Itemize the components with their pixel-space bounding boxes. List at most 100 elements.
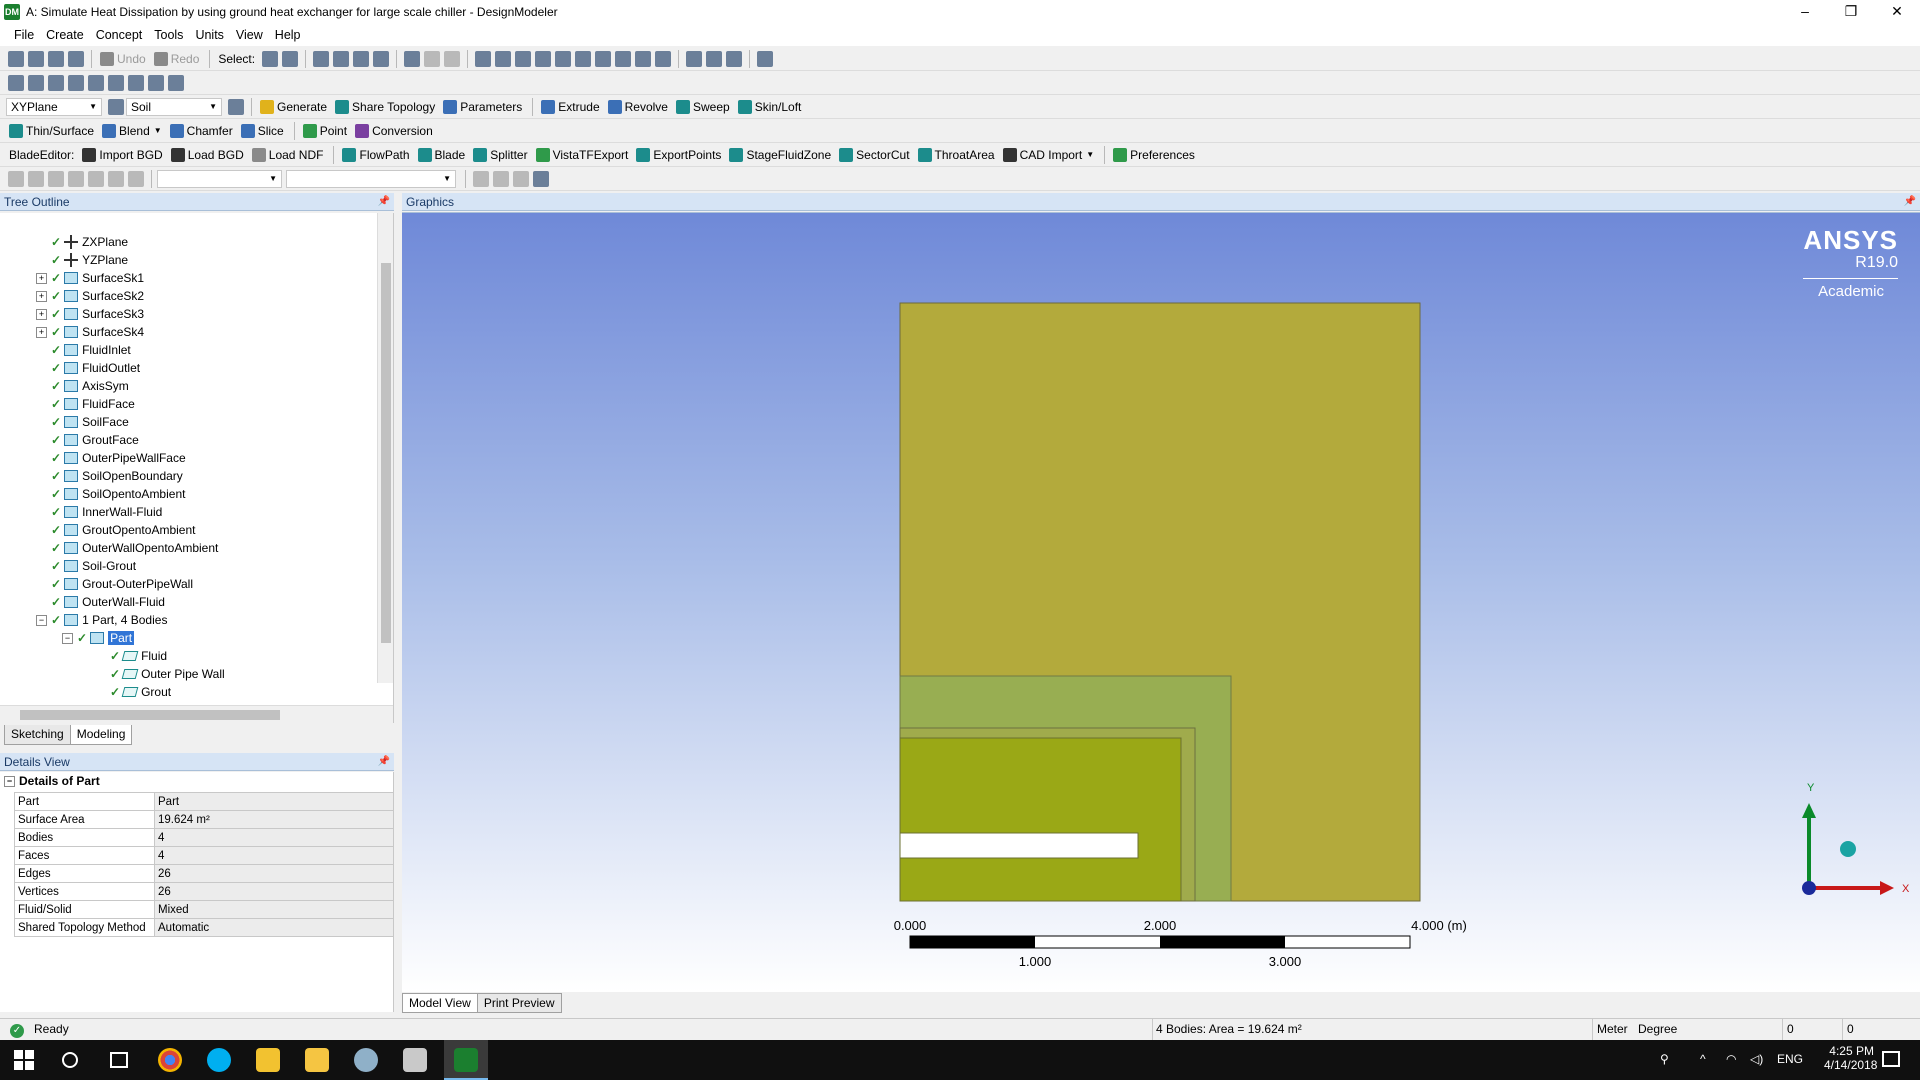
app-icon[interactable] bbox=[354, 1048, 378, 1072]
thin-surface-button[interactable]: Thin/Surface bbox=[6, 121, 97, 141]
new-icon[interactable] bbox=[8, 50, 24, 67]
select-points-icon[interactable] bbox=[313, 50, 330, 67]
tree-item[interactable]: ✓ SoilOpenBoundary bbox=[36, 467, 183, 485]
shrink-icon[interactable] bbox=[444, 50, 461, 67]
blade-tool-icon[interactable] bbox=[513, 170, 529, 187]
share-topology-button[interactable]: Share Topology bbox=[332, 97, 438, 117]
constraint-tool-icon[interactable] bbox=[168, 74, 184, 91]
minimize-button[interactable]: – bbox=[1782, 0, 1828, 24]
tree-item[interactable]: ✓ SoilFace bbox=[36, 413, 129, 431]
menu-file[interactable]: File bbox=[8, 28, 40, 42]
dimension-tool-icon[interactable] bbox=[128, 74, 144, 91]
blade-tool-icon[interactable] bbox=[473, 170, 489, 187]
wifi-icon[interactable]: ◠ bbox=[1726, 1052, 1736, 1066]
triad-icon[interactable] bbox=[686, 50, 703, 67]
tree-item[interactable]: ✓ OuterPipeWallFace bbox=[36, 449, 186, 467]
flowpath-button[interactable]: FlowPath bbox=[339, 145, 412, 165]
tree-vertical-scrollbar[interactable] bbox=[377, 213, 393, 683]
tree-item[interactable]: ✓ FluidFace bbox=[36, 395, 135, 413]
preferences-button[interactable]: Preferences bbox=[1110, 145, 1198, 165]
extrude-button[interactable]: Extrude bbox=[538, 97, 602, 117]
undo-button[interactable]: Undo bbox=[97, 49, 149, 69]
details-row[interactable]: Faces 4 bbox=[14, 846, 394, 865]
blade-tool-icon[interactable] bbox=[108, 170, 124, 187]
details-row[interactable]: Vertices 26 bbox=[14, 882, 394, 901]
skin-loft-button[interactable]: Skin/Loft bbox=[735, 97, 805, 117]
screenshot-icon[interactable] bbox=[68, 50, 84, 67]
conversion-button[interactable]: Conversion bbox=[352, 121, 436, 141]
tree-item[interactable]: + ✓ SurfaceSk2 bbox=[36, 287, 144, 305]
tree-item[interactable]: ✓ Grout bbox=[36, 683, 171, 701]
rotate-icon[interactable] bbox=[475, 50, 492, 67]
arc-tool-icon[interactable] bbox=[88, 74, 104, 91]
tree-item[interactable]: ✓ Grout-OuterPipeWall bbox=[36, 575, 193, 593]
tree-item[interactable]: ✓ YZPlane bbox=[36, 251, 128, 269]
select-edges-icon[interactable] bbox=[333, 50, 350, 67]
revolve-button[interactable]: Revolve bbox=[605, 97, 671, 117]
details-row[interactable]: Surface Area 19.624 m² bbox=[14, 810, 394, 829]
details-group[interactable]: − Details of Part bbox=[0, 774, 100, 788]
sweep-button[interactable]: Sweep bbox=[673, 97, 733, 117]
cad-import-button[interactable]: CAD Import ▼ bbox=[1000, 145, 1098, 165]
select-faces-icon[interactable] bbox=[353, 50, 370, 67]
extend-selection-icon[interactable] bbox=[404, 50, 421, 67]
active-plane-combo[interactable]: XYPlane ▼ bbox=[6, 97, 102, 116]
tree-item[interactable]: ✓ OuterWallOpentoAmbient bbox=[36, 539, 218, 557]
tree-item[interactable]: ✓ FluidOutlet bbox=[36, 359, 140, 377]
details-row[interactable]: Edges 26 bbox=[14, 864, 394, 883]
clock[interactable]: 4:25 PM 4/14/2018 bbox=[1824, 1044, 1877, 1072]
tree-item[interactable]: ✓ OuterWall-Fluid bbox=[36, 593, 165, 611]
blade-tool-icon[interactable] bbox=[533, 170, 549, 187]
language-indicator[interactable]: ENG bbox=[1777, 1052, 1803, 1066]
polyline-tool-icon[interactable] bbox=[68, 74, 84, 91]
tree-item[interactable]: ✓ AxisSym bbox=[36, 377, 129, 395]
people-icon[interactable]: ⚲ bbox=[1660, 1052, 1669, 1066]
collapse-icon[interactable]: − bbox=[36, 614, 47, 626]
tree-item[interactable]: + ✓ SurfaceSk1 bbox=[36, 269, 144, 287]
tree-item[interactable]: ✓ GroutFace bbox=[36, 431, 139, 449]
photos-icon[interactable] bbox=[403, 1048, 427, 1072]
blade-tool-icon[interactable] bbox=[28, 170, 44, 187]
skype-icon[interactable] bbox=[207, 1048, 231, 1072]
tree-item[interactable]: ✓ Outer Pipe Wall bbox=[36, 665, 225, 683]
tree-item[interactable]: ✓ SoilOpentoAmbient bbox=[36, 485, 185, 503]
exportpoints-button[interactable]: ExportPoints bbox=[633, 145, 724, 165]
menu-create[interactable]: Create bbox=[40, 28, 90, 42]
blade-combo-1[interactable]: ▼ bbox=[157, 169, 282, 188]
blade-tool-icon[interactable] bbox=[128, 170, 144, 187]
sectorcut-button[interactable]: SectorCut bbox=[836, 145, 912, 165]
designmodeler-taskbar-item[interactable] bbox=[444, 1040, 488, 1080]
tree-item[interactable]: ✓ Soil-Grout bbox=[36, 557, 136, 575]
tree-item[interactable]: ✓ FluidInlet bbox=[36, 341, 131, 359]
zoom-fit-icon[interactable] bbox=[555, 50, 572, 67]
axis-triad[interactable] bbox=[1802, 803, 1894, 895]
previous-view-icon[interactable] bbox=[635, 50, 652, 67]
details-value[interactable]: Part bbox=[154, 792, 394, 811]
collapse-icon[interactable]: − bbox=[4, 775, 15, 787]
close-button[interactable]: ✕ bbox=[1874, 0, 1920, 24]
tab-sketching[interactable]: Sketching bbox=[4, 725, 71, 745]
whats-this-icon[interactable] bbox=[757, 50, 774, 67]
restore-button[interactable]: ❐ bbox=[1828, 0, 1874, 24]
collapse-icon[interactable]: − bbox=[62, 632, 73, 644]
tree-item[interactable]: ✓ InnerWall-Fluid bbox=[36, 503, 162, 521]
tree-item[interactable]: − ✓ Part bbox=[36, 629, 135, 647]
tree-item[interactable]: ✓ GroutOpentoAmbient bbox=[36, 521, 195, 539]
graphics-viewport[interactable]: ANSYS R19.0 Academic 0.000 2.000 4.000 (… bbox=[402, 212, 1920, 992]
tree-item[interactable]: − ✓ 1 Part, 4 Bodies bbox=[36, 611, 167, 629]
expand-icon[interactable] bbox=[424, 50, 441, 67]
ansys-workbench-icon[interactable] bbox=[256, 1048, 280, 1072]
details-row[interactable]: Fluid/Solid Mixed bbox=[14, 900, 394, 919]
details-value[interactable]: Mixed bbox=[154, 900, 394, 919]
blade-tool-icon[interactable] bbox=[8, 170, 24, 187]
redo-button[interactable]: Redo bbox=[151, 49, 203, 69]
tree-item[interactable]: + ✓ SurfaceSk3 bbox=[36, 305, 144, 323]
menu-help[interactable]: Help bbox=[269, 28, 307, 42]
expand-icon[interactable]: + bbox=[36, 290, 47, 302]
vistatfexport-button[interactable]: VistaTFExport bbox=[533, 145, 632, 165]
select-mode-icon[interactable] bbox=[262, 50, 279, 67]
scroll-thumb[interactable] bbox=[381, 263, 391, 643]
line-tool-icon[interactable] bbox=[48, 74, 64, 91]
pan-icon[interactable] bbox=[495, 50, 512, 67]
tangent-line-icon[interactable] bbox=[108, 74, 124, 91]
